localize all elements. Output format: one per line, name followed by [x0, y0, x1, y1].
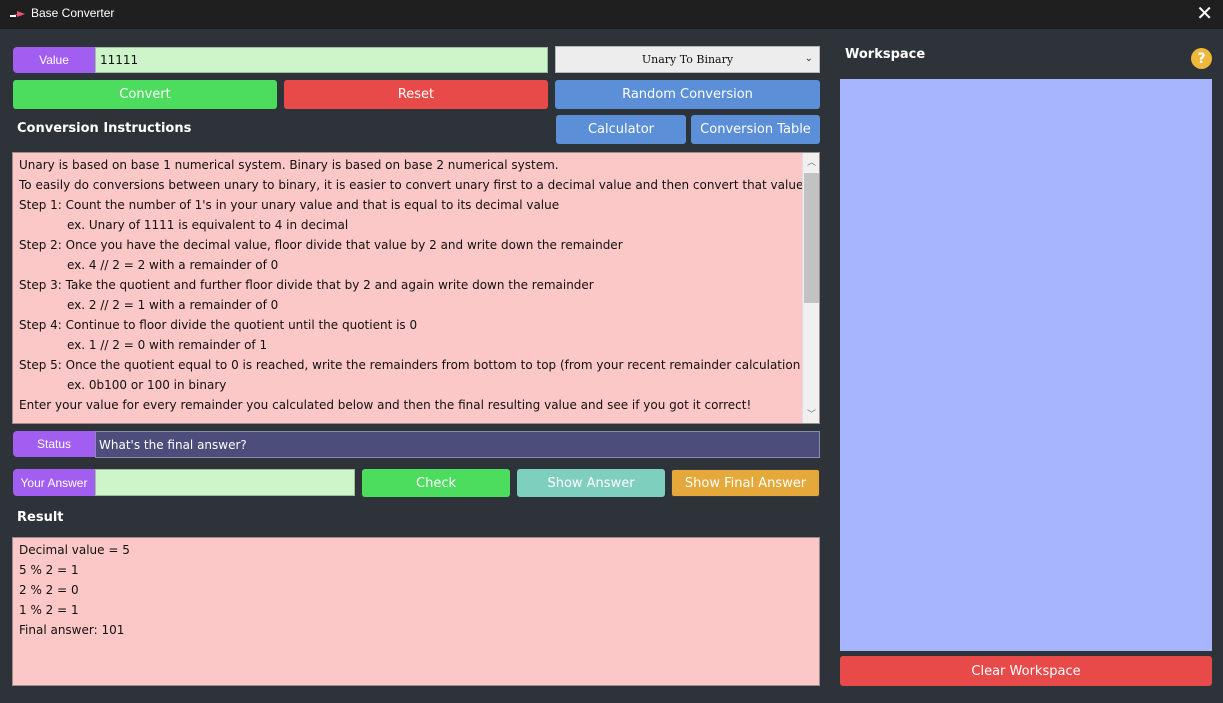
value-input[interactable]: 11111 — [95, 47, 548, 73]
instruction-line: ex. 2 // 2 = 1 with a remainder of 0 — [67, 298, 279, 312]
instruction-line: ex. 0b100 or 100 in binary — [67, 378, 227, 392]
instruction-line: Enter your value for every remainder you… — [19, 398, 752, 412]
conversion-table-button[interactable]: Conversion Table — [691, 115, 820, 144]
clear-workspace-button[interactable]: Clear Workspace — [840, 656, 1212, 686]
your-answer-label: Your Answer — [13, 469, 95, 496]
result-textbox[interactable]: Decimal value = 5 5 % 2 = 1 2 % 2 = 0 1 … — [12, 537, 820, 686]
answer-input[interactable] — [95, 469, 355, 496]
app-icon — [10, 11, 25, 17]
check-button[interactable]: Check — [362, 469, 510, 497]
value-label: Value — [13, 47, 95, 73]
show-final-answer-button[interactable]: Show Final Answer — [671, 469, 820, 497]
chevron-down-icon: ⌄ — [804, 53, 813, 64]
instruction-line: ex. Unary of 1111 is equivalent to 4 in … — [67, 218, 349, 232]
result-heading: Result — [17, 510, 64, 525]
instruction-line: ex. 4 // 2 = 2 with a remainder of 0 — [67, 258, 279, 272]
scroll-thumb[interactable] — [804, 173, 819, 303]
instruction-line: Step 1: Count the number of 1's in your … — [19, 198, 560, 212]
instruction-line: Step 3: Take the quotient and further fl… — [19, 278, 594, 292]
instruction-line: ex. 1 // 2 = 0 with remainder of 1 — [67, 338, 268, 352]
main-area: Value 11111 Unary To Binary ⌄ Convert Re… — [0, 29, 1223, 703]
convert-button[interactable]: Convert — [13, 80, 277, 109]
show-answer-button[interactable]: Show Answer — [517, 469, 665, 497]
status-label: Status — [13, 431, 95, 457]
conversion-select-value: Unary To Binary — [641, 53, 734, 66]
reset-button[interactable]: Reset — [284, 80, 548, 109]
instructions-scrollbar[interactable]: ︿ ﹀ — [802, 153, 819, 423]
result-line: Decimal value = 5 — [19, 543, 130, 557]
window-title: Base Converter — [31, 6, 115, 20]
close-icon[interactable]: ✕ — [1196, 2, 1213, 24]
result-line: Final answer: 101 — [19, 623, 125, 637]
scroll-up-icon[interactable]: ︿ — [807, 155, 816, 168]
instruction-line: Step 4: Continue to floor divide the quo… — [19, 318, 418, 332]
random-conversion-button[interactable]: Random Conversion — [555, 80, 820, 109]
workspace-heading: Workspace — [845, 47, 926, 62]
instruction-line: Unary is based on base 1 numerical syste… — [19, 158, 559, 172]
result-line: 2 % 2 = 0 — [19, 583, 79, 597]
result-line: 1 % 2 = 1 — [19, 603, 79, 617]
status-value: What's the final answer? — [95, 431, 820, 458]
conversion-select[interactable]: Unary To Binary ⌄ — [555, 46, 820, 73]
result-line: 5 % 2 = 1 — [19, 563, 79, 577]
instruction-line: Step 2: Once you have the decimal value,… — [19, 238, 623, 252]
instructions-textbox[interactable]: Unary is based on base 1 numerical syste… — [12, 152, 820, 424]
instruction-line: To easily do conversions between unary t… — [19, 178, 820, 192]
help-icon[interactable]: ? — [1191, 48, 1212, 69]
instruction-line: Step 5: Once the quotient equal to 0 is … — [19, 358, 820, 372]
scroll-down-icon[interactable]: ﹀ — [807, 407, 816, 420]
instructions-heading: Conversion Instructions — [17, 121, 192, 136]
workspace-canvas[interactable] — [840, 79, 1212, 651]
calculator-button[interactable]: Calculator — [556, 115, 686, 144]
title-bar: Base Converter ✕ — [0, 0, 1223, 29]
